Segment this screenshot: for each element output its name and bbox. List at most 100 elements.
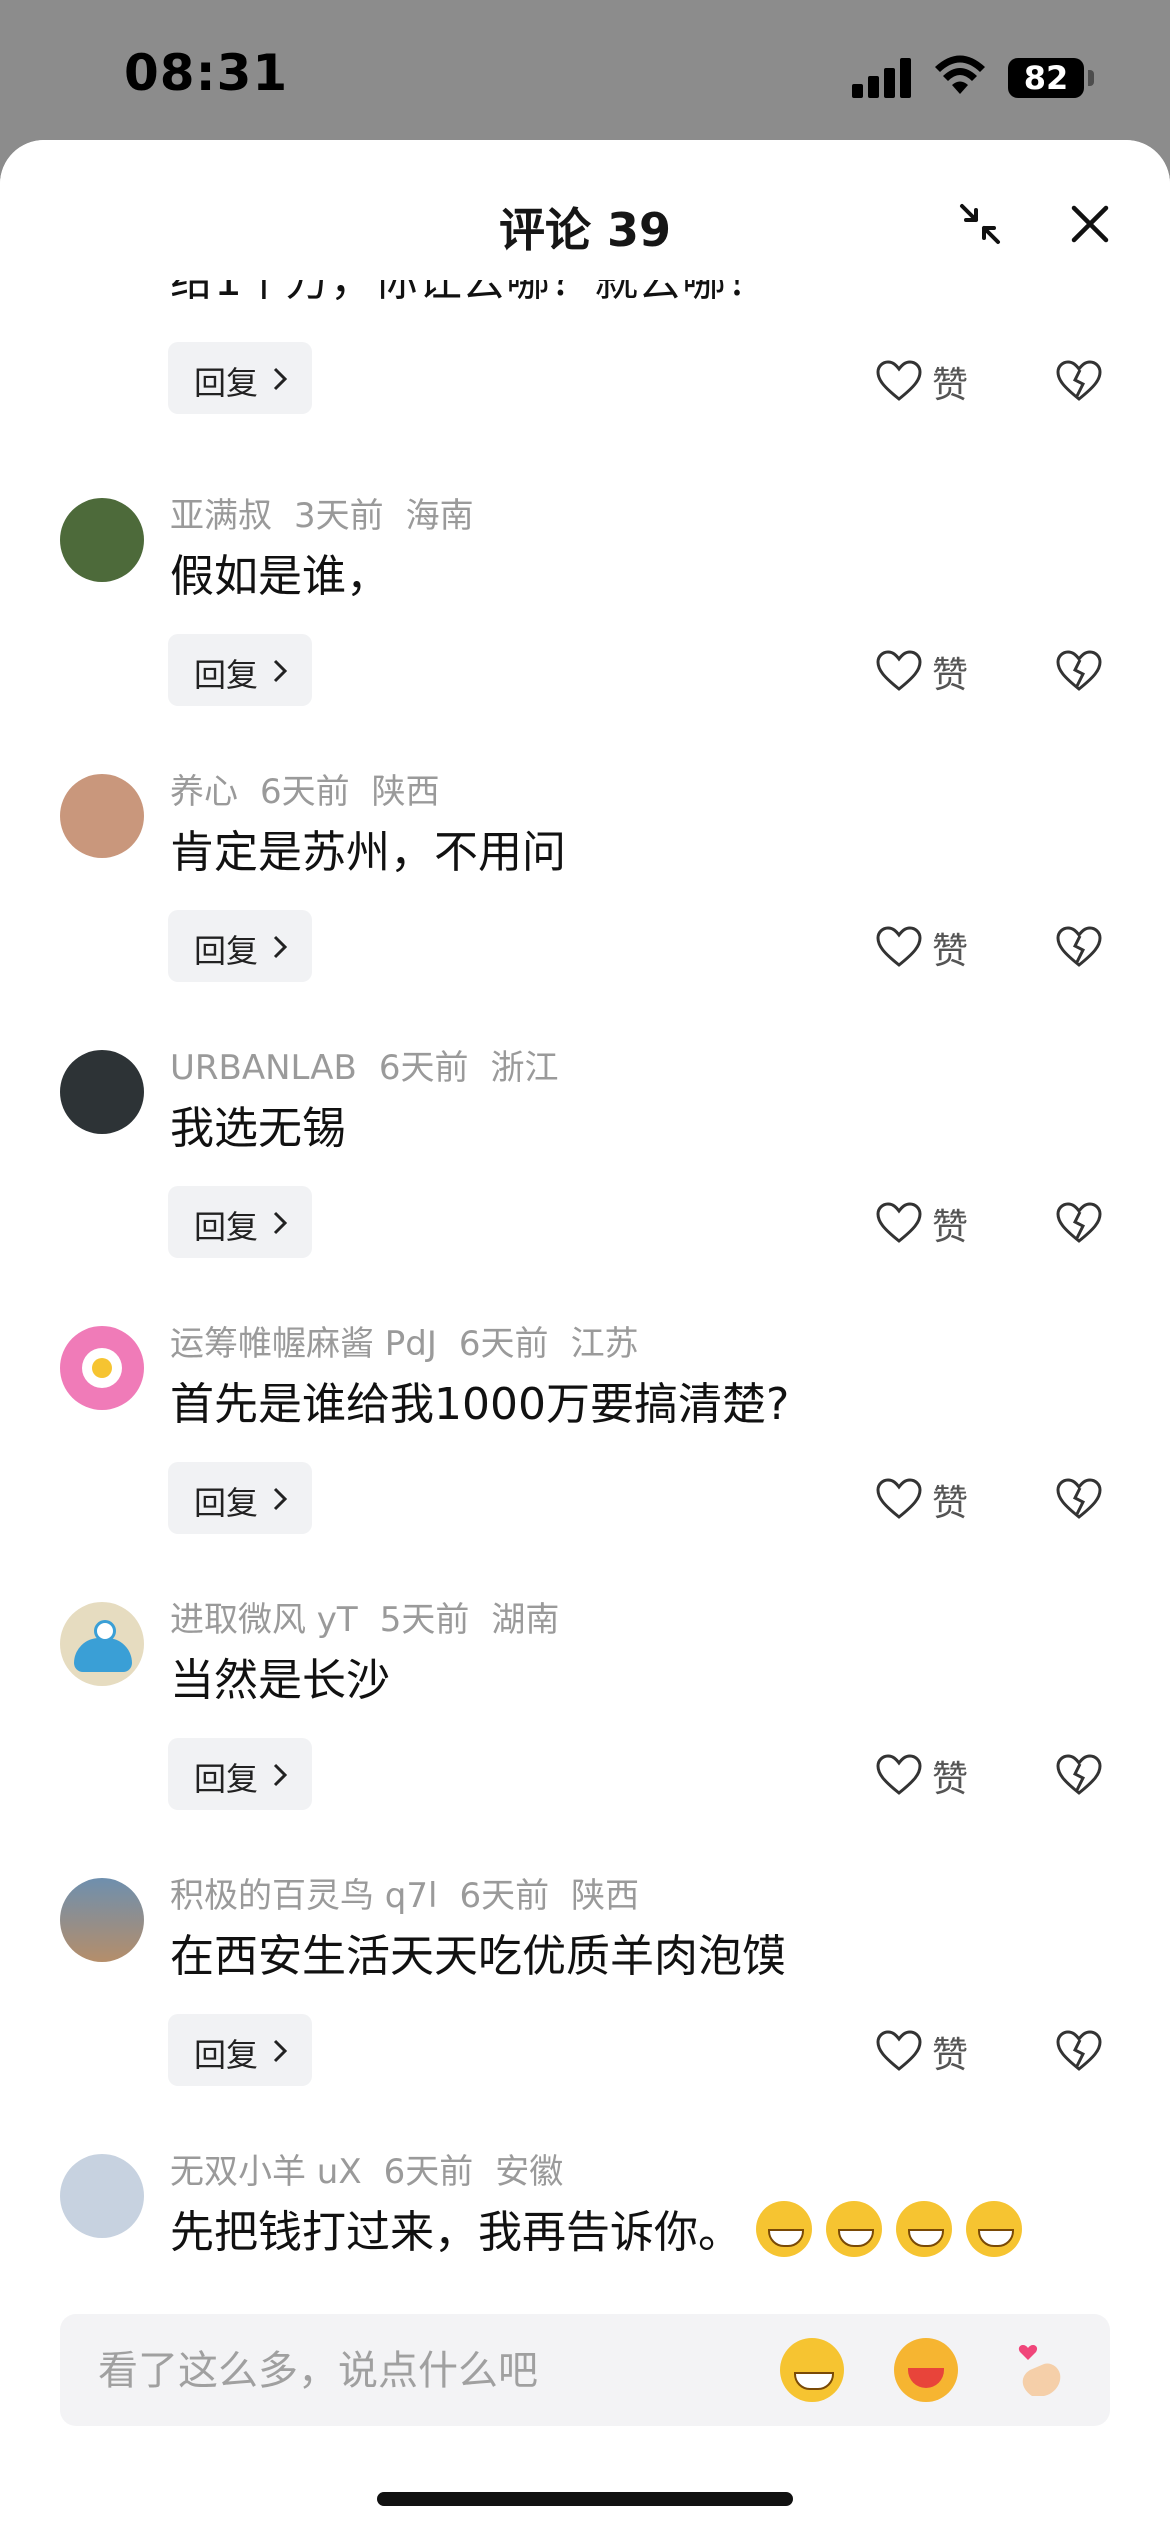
comment-time: 6天前 <box>260 772 350 812</box>
battery-cap <box>1088 70 1094 86</box>
finger-heart-emoji-icon[interactable] <box>1010 2338 1074 2402</box>
comment-text: 当然是长沙 <box>170 1655 390 1706</box>
like-label[interactable]: 赞 <box>932 1750 968 1802</box>
comment-meta: 进取微风 yT 5天前 湖南 <box>170 1592 581 1641</box>
heart-icon[interactable] <box>876 926 922 968</box>
reply-button[interactable]: 回复 <box>168 1738 312 1810</box>
reply-label: 回复 <box>194 1208 259 1246</box>
reply-button[interactable]: 回复 <box>168 1186 312 1258</box>
avatar[interactable] <box>60 1326 144 1410</box>
heart-icon[interactable] <box>876 2030 922 2072</box>
heart-icon[interactable] <box>876 1202 922 1244</box>
reply-label: 回复 <box>194 1760 259 1798</box>
avatar[interactable] <box>60 1878 144 1962</box>
chevron-right-icon <box>273 367 288 391</box>
reply-button[interactable]: 回复 <box>168 342 312 414</box>
grin-emoji-icon <box>826 2201 882 2257</box>
comment-time: 3天前 <box>294 496 384 536</box>
chevron-right-icon <box>273 1211 288 1235</box>
chevron-right-icon <box>273 659 288 683</box>
comment-item: 亚满叔 3天前 海南 假如是谁， 回复 赞 <box>0 484 1170 760</box>
comment-input-bar[interactable] <box>60 2314 1110 2426</box>
comment-location: 江苏 <box>570 1324 639 1364</box>
comment-time: 6天前 <box>458 1324 549 1364</box>
reply-button[interactable]: 回复 <box>168 2014 312 2086</box>
heart-icon[interactable] <box>876 1754 922 1796</box>
like-label[interactable]: 赞 <box>932 1198 968 1250</box>
battery-icon: 82 <box>1008 58 1084 98</box>
reply-label: 回复 <box>194 364 259 402</box>
reply-button[interactable]: 回复 <box>168 910 312 982</box>
like-label[interactable]: 赞 <box>932 646 968 698</box>
status-time: 08:31 <box>124 44 289 102</box>
signal-icon <box>852 58 914 98</box>
comment-location: 安徽 <box>495 2152 564 2192</box>
comment-meta: 无双小羊 uX 6天前 安徽 <box>170 2144 585 2193</box>
comment-item: 积极的百灵鸟 q7l 6天前 陕西 在西安生活天天吃优质羊肉泡馍 回复 赞 <box>0 1864 1170 2140</box>
broken-heart-icon[interactable] <box>1056 1754 1102 1796</box>
comment-list[interactable]: 给1千万，你让去哪？就去哪！ 回复 赞 亚满叔 3天前 海南 假如是谁， 回复 赞 <box>0 140 1170 2300</box>
comment-time: 6天前 <box>378 1048 469 1088</box>
broken-heart-icon[interactable] <box>1056 1202 1102 1244</box>
username[interactable]: 积极的百灵鸟 q7l <box>170 1876 437 1916</box>
chevron-right-icon <box>273 1487 288 1511</box>
collapse-icon[interactable] <box>954 198 1006 250</box>
close-icon[interactable] <box>1064 198 1116 250</box>
broken-heart-icon[interactable] <box>1056 2030 1102 2072</box>
comment-item: URBANLAB 6天前 浙江 我选无锡 回复 赞 <box>0 1036 1170 1312</box>
avatar[interactable] <box>60 2154 144 2238</box>
reply-button[interactable]: 回复 <box>168 1462 312 1534</box>
heart-icon[interactable] <box>876 1478 922 1520</box>
username[interactable]: URBANLAB <box>170 1048 357 1088</box>
comment-text: 假如是谁， <box>170 551 390 602</box>
username[interactable]: 无双小羊 uX <box>170 2152 362 2192</box>
username[interactable]: 运筹帷幄麻酱 PdJ <box>170 1324 437 1364</box>
comment-meta: URBANLAB 6天前 浙江 <box>170 1040 580 1089</box>
avatar[interactable] <box>60 774 144 858</box>
grin-emoji-icon <box>896 2201 952 2257</box>
username[interactable]: 养心 <box>170 772 238 812</box>
username[interactable]: 亚满叔 <box>170 496 272 536</box>
comment-location: 湖南 <box>491 1600 560 1640</box>
chevron-right-icon <box>273 1763 288 1787</box>
broken-heart-icon[interactable] <box>1056 926 1102 968</box>
comment-input[interactable] <box>96 2338 780 2404</box>
comment-location: 陕西 <box>371 772 440 812</box>
comment-item: 进取微风 yT 5天前 湖南 当然是长沙 回复 赞 <box>0 1588 1170 1864</box>
comment-text: 我选无锡 <box>170 1103 346 1154</box>
grin-emoji-icon <box>966 2201 1022 2257</box>
broken-heart-icon[interactable] <box>1056 1478 1102 1520</box>
comment-text: 肯定是苏州，不用问 <box>170 827 566 878</box>
broken-heart-icon[interactable] <box>1056 650 1102 692</box>
laugh-emoji-icon[interactable] <box>894 2338 958 2402</box>
comment-meta: 亚满叔 3天前 海南 <box>170 488 496 537</box>
home-indicator <box>377 2492 793 2506</box>
avatar[interactable] <box>60 1050 144 1134</box>
comment-text: 首先是谁给我1000万要搞清楚? <box>170 1379 790 1430</box>
like-label[interactable]: 赞 <box>932 356 968 408</box>
chevron-right-icon <box>273 2039 288 2063</box>
comment-item: 运筹帷幄麻酱 PdJ 6天前 江苏 首先是谁给我1000万要搞清楚? 回复 赞 <box>0 1312 1170 1588</box>
avatar[interactable] <box>60 1602 144 1686</box>
like-label[interactable]: 赞 <box>932 1474 968 1526</box>
status-bar: 08:31 82 <box>0 0 1170 140</box>
username[interactable]: 进取微风 yT <box>170 1600 358 1640</box>
comment-location: 海南 <box>405 496 474 536</box>
like-label[interactable]: 赞 <box>932 2026 968 2078</box>
heart-icon[interactable] <box>876 650 922 692</box>
grin-emoji-icon[interactable] <box>780 2338 844 2402</box>
comments-sheet: 评论 39 给1千万，你让去哪？就去哪！ 回复 赞 亚满叔 3天前 海南 假如是… <box>0 140 1170 2532</box>
comment-text: 在西安生活天天吃优质羊肉泡馍 <box>170 1931 786 1982</box>
sheet-header: 评论 39 <box>0 140 1170 280</box>
grin-emoji-icon <box>756 2201 812 2257</box>
reply-button[interactable]: 回复 <box>168 634 312 706</box>
comment-time: 5天前 <box>379 1600 470 1640</box>
heart-icon[interactable] <box>876 360 922 402</box>
comment-time: 6天前 <box>459 1876 550 1916</box>
broken-heart-icon[interactable] <box>1056 360 1102 402</box>
comment-meta: 积极的百灵鸟 q7l 6天前 陕西 <box>170 1868 661 1917</box>
like-label[interactable]: 赞 <box>932 922 968 974</box>
comment-meta: 运筹帷幄麻酱 PdJ 6天前 江苏 <box>170 1316 661 1365</box>
comment-time: 6天前 <box>383 2152 474 2192</box>
avatar[interactable] <box>60 498 144 582</box>
